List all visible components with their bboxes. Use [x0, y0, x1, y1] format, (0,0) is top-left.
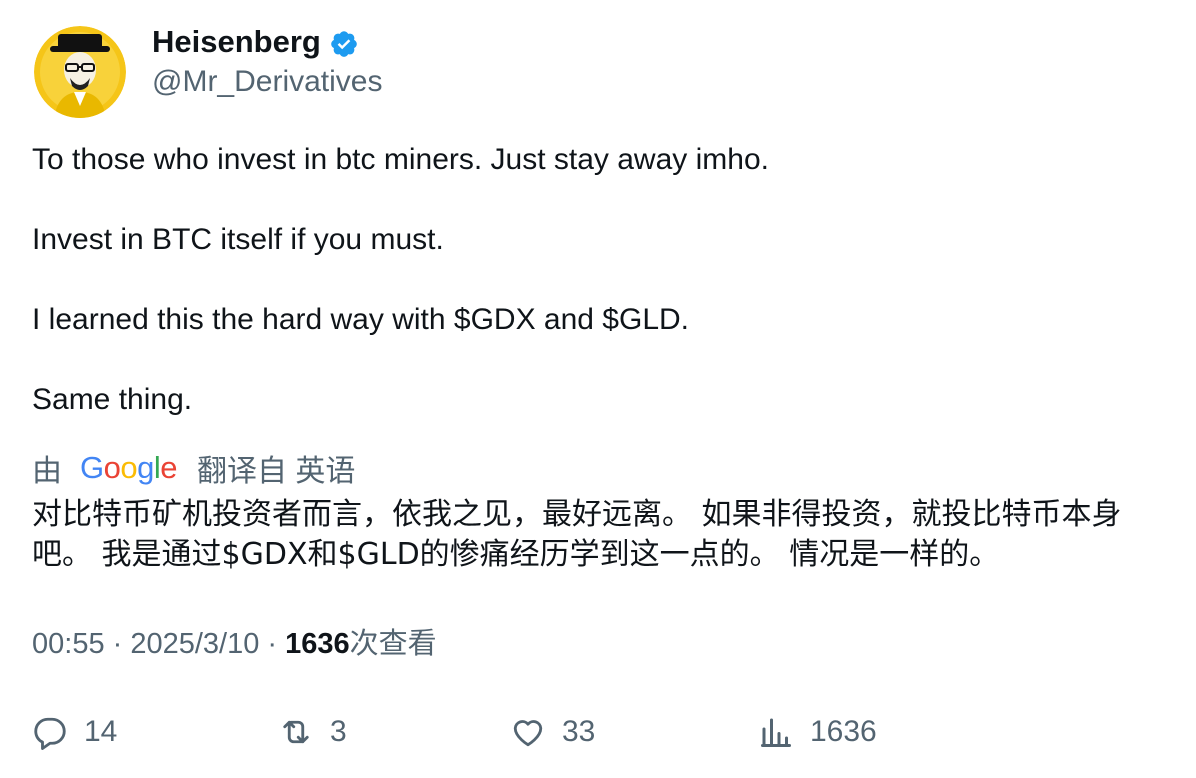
views-button[interactable]: 1636 — [758, 710, 877, 754]
meta-separator: · — [104, 628, 131, 660]
repost-button[interactable]: 3 — [278, 710, 347, 754]
google-logo: G o o g l e — [80, 450, 178, 486]
translated-text: 对比特币矿机投资者而言，依我之见，最好远离。 如果非得投资，就投比特币本身吧。 … — [32, 497, 1122, 572]
verified-badge-icon — [331, 31, 357, 57]
repost-icon — [283, 720, 309, 744]
like-count: 33 — [562, 715, 596, 748]
google-logo-letter: o — [120, 450, 138, 485]
meta-separator: · — [259, 628, 286, 660]
google-logo-letter: g — [137, 450, 154, 485]
handle[interactable]: @Mr_Derivatives — [152, 64, 383, 100]
author-info[interactable]: Heisenberg @Mr_Derivatives — [152, 24, 383, 100]
google-logo-letter: e — [160, 450, 178, 485]
google-logo-letter: o — [103, 450, 121, 485]
tweet-meta: 00:55 · 2025/3/10 · 1636次查看 — [32, 624, 437, 664]
tweet-paragraph: To those who invest in btc miners. Just … — [32, 143, 769, 176]
heart-icon — [513, 720, 543, 747]
tweet-date[interactable]: 2025/3/10 — [130, 628, 259, 660]
avatar-image — [34, 26, 126, 118]
tweet-paragraph: Invest in BTC itself if you must. — [32, 223, 444, 256]
repost-count: 3 — [330, 715, 347, 748]
like-button[interactable]: 33 — [510, 710, 595, 754]
tweet-paragraph: Same thing. — [32, 383, 193, 416]
google-logo-letter: G — [80, 450, 104, 485]
avatar[interactable] — [34, 26, 126, 118]
tweet-text: To those who invest in btc miners. Just … — [32, 140, 1162, 420]
views-count: 1636 — [285, 628, 350, 660]
analytics-icon — [761, 718, 791, 747]
tweet-header: Heisenberg @Mr_Derivatives — [32, 24, 1162, 124]
tweet-time[interactable]: 00:55 — [32, 628, 105, 660]
translation-attribution: 由 G o o g l e 翻译自 英语 — [32, 446, 355, 490]
tweet-paragraph: I learned this the hard way with $GDX an… — [32, 303, 690, 336]
views-label: 次查看 — [349, 628, 437, 660]
action-bar: 14 3 33 1636 — [32, 710, 1162, 760]
translation-prefix: 由 — [32, 455, 62, 488]
reply-icon — [34, 717, 66, 750]
translation-source-language[interactable]: 翻译自 英语 — [197, 446, 355, 490]
reply-count: 14 — [84, 715, 118, 748]
reply-button[interactable]: 14 — [32, 710, 117, 754]
views-action-count: 1636 — [810, 715, 877, 748]
display-name[interactable]: Heisenberg — [152, 24, 321, 60]
